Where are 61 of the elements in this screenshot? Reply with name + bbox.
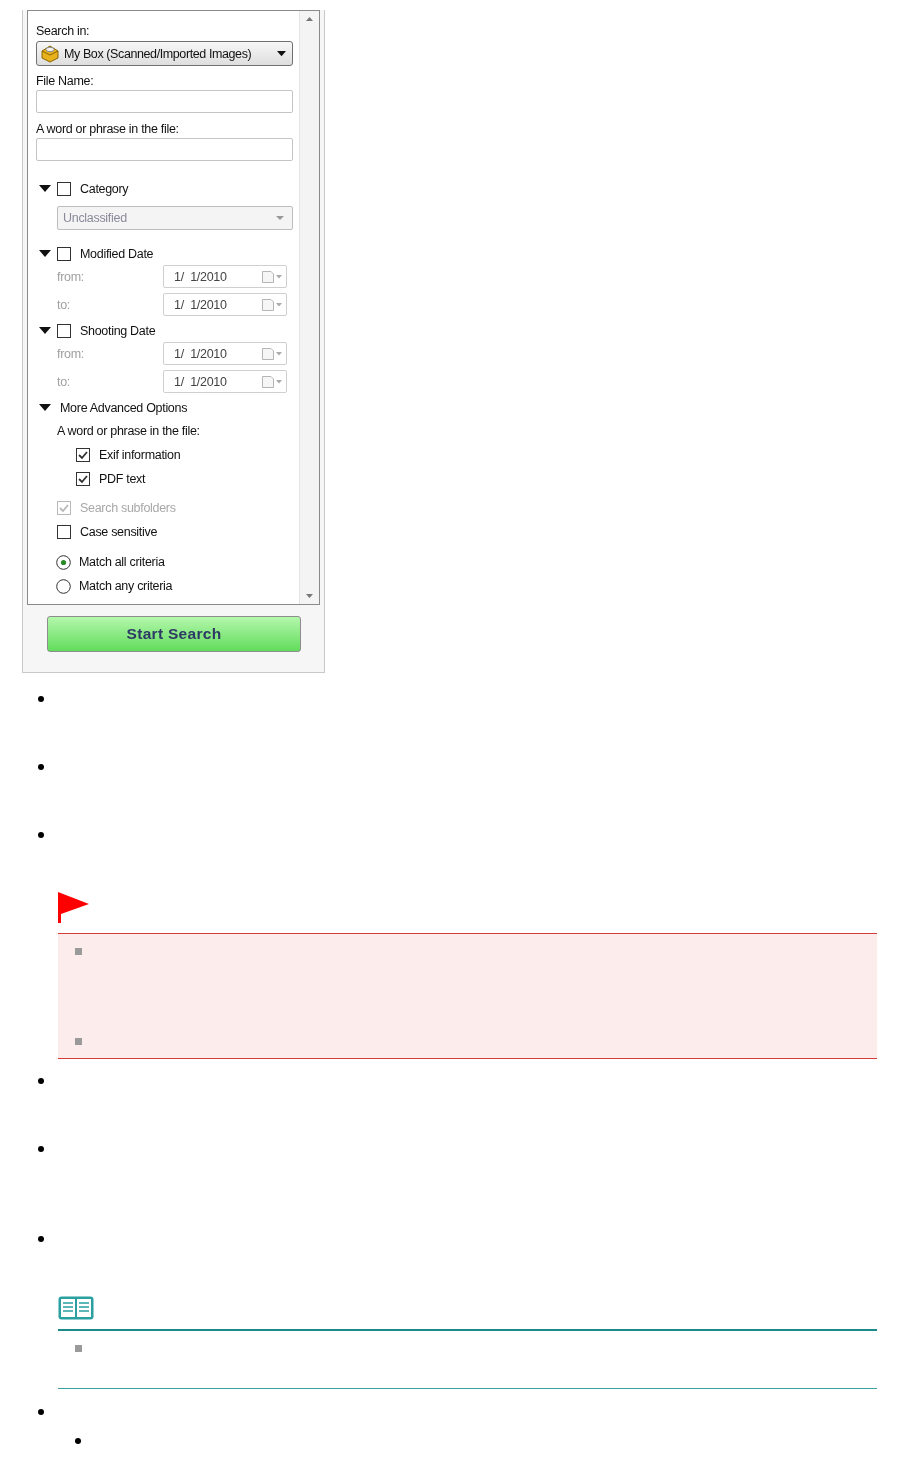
file-name-field[interactable] bbox=[36, 90, 293, 113]
calendar-icon bbox=[262, 270, 282, 283]
date-label: from: bbox=[57, 346, 85, 361]
date-label: to: bbox=[57, 374, 71, 389]
calendar-icon bbox=[262, 347, 282, 360]
checkbox-label: Exif information bbox=[99, 447, 181, 463]
date-label: from: bbox=[57, 269, 85, 284]
dropdown-arrow-icon bbox=[276, 215, 284, 221]
square-bullet-icon bbox=[75, 1345, 82, 1352]
calendar-icon bbox=[262, 375, 282, 388]
bullet-icon bbox=[38, 696, 44, 702]
date-field[interactable]: 1/ 1/2010 bbox=[163, 293, 287, 316]
bullet-icon bbox=[38, 1078, 44, 1084]
collapse-arrow-icon[interactable] bbox=[38, 185, 51, 193]
collapse-arrow-icon[interactable] bbox=[38, 327, 51, 335]
flag-icon bbox=[58, 892, 89, 923]
date-field[interactable]: 1/ 1/2010 bbox=[163, 265, 287, 288]
collapse-arrow-icon[interactable] bbox=[38, 404, 51, 412]
phrase-field[interactable] bbox=[36, 138, 293, 161]
checkbox[interactable] bbox=[76, 472, 90, 486]
radio-label: Match any criteria bbox=[79, 578, 173, 594]
field-label: Search in: bbox=[36, 23, 91, 39]
date-field[interactable]: 1/ 1/2010 bbox=[163, 342, 287, 365]
collapse-arrow-icon[interactable] bbox=[38, 250, 51, 258]
checkbox-label: PDF text bbox=[99, 471, 146, 487]
bullet-icon bbox=[38, 1146, 44, 1152]
checkbox-label: Search subfolders bbox=[80, 500, 176, 516]
section-label: More Advanced Options bbox=[60, 400, 188, 416]
date-label: to: bbox=[57, 297, 71, 312]
location-dropdown[interactable]: My Box (Scanned/Imported Images) bbox=[36, 41, 293, 66]
checkbox[interactable] bbox=[57, 525, 71, 539]
calendar-icon bbox=[262, 298, 282, 311]
bullet-icon bbox=[38, 1236, 44, 1242]
radio-button[interactable] bbox=[56, 578, 71, 594]
square-bullet-icon bbox=[75, 948, 82, 955]
scroll-up-icon bbox=[306, 17, 313, 21]
square-bullet-icon bbox=[75, 1038, 82, 1045]
section-label: Shooting Date bbox=[80, 323, 156, 339]
radio-label: Match all criteria bbox=[79, 554, 165, 570]
field-label: A word or phrase in the file: bbox=[57, 423, 201, 439]
checkbox[interactable] bbox=[57, 182, 71, 196]
bullet-icon bbox=[75, 1438, 81, 1444]
bullet-icon bbox=[38, 832, 44, 838]
scrollbar[interactable] bbox=[299, 11, 319, 604]
checkbox[interactable] bbox=[76, 448, 90, 462]
checkbox[interactable] bbox=[57, 324, 71, 338]
field-label: A word or phrase in the file: bbox=[36, 121, 180, 137]
section-label: Category bbox=[80, 181, 129, 197]
bullet-icon bbox=[38, 764, 44, 770]
start-search-button[interactable]: Start Search bbox=[47, 616, 301, 652]
book-icon bbox=[58, 1296, 94, 1321]
checkbox[interactable] bbox=[57, 247, 71, 261]
date-field[interactable]: 1/ 1/2010 bbox=[163, 370, 287, 393]
box-icon bbox=[40, 44, 60, 63]
section-label: Modified Date bbox=[80, 246, 154, 262]
scroll-down-icon bbox=[306, 594, 313, 598]
radio-button[interactable] bbox=[56, 554, 71, 570]
dropdown-arrow-icon bbox=[277, 50, 286, 57]
checkbox-label: Case sensitive bbox=[80, 524, 158, 540]
bullet-icon bbox=[38, 1409, 44, 1415]
field-label: File Name: bbox=[36, 73, 95, 89]
